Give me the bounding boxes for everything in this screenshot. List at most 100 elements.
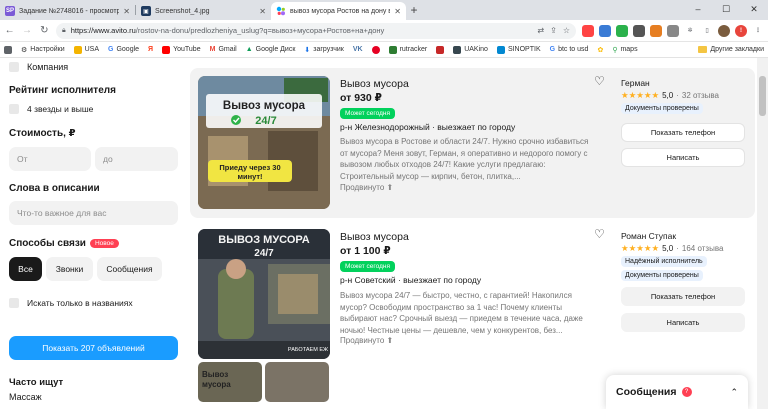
- extension-icon[interactable]: [649, 24, 662, 37]
- contact-messages-button[interactable]: Сообщения: [97, 257, 162, 281]
- availability-badge: Может сегодня: [340, 261, 396, 272]
- chevron-up-icon[interactable]: ⌃: [730, 387, 738, 398]
- listing-image[interactable]: Вывоз мусора 24/7 Приеду через 30 минут!: [198, 76, 330, 209]
- cost-to-input[interactable]: до: [95, 147, 178, 171]
- verified-badge: Документы проверены: [621, 270, 703, 281]
- availability-badge: Может сегодня: [340, 108, 396, 119]
- bookmark-rutracker[interactable]: rutracker: [388, 45, 427, 54]
- bookmark-pinterest[interactable]: [371, 45, 380, 54]
- forward-icon[interactable]: →: [21, 24, 32, 38]
- show-phone-button[interactable]: Показать телефон: [621, 123, 745, 142]
- bookmark-maps[interactable]: ⚲ maps: [612, 46, 637, 54]
- yandex-icon: Я: [148, 46, 154, 53]
- bookmark-uakino[interactable]: UAKino: [453, 45, 488, 54]
- listing-image[interactable]: ВЫВОЗ МУСОРА 24/7 РАБОТАЕМ ЕЖ: [198, 229, 330, 359]
- bookmark-usa[interactable]: USA: [73, 45, 99, 54]
- screenshot-icon: ▣: [141, 6, 151, 16]
- share-icon[interactable]: ⇪: [550, 26, 557, 35]
- close-icon[interactable]: ✕: [259, 7, 266, 16]
- messages-widget[interactable]: Сообщения ? ⌃: [606, 375, 748, 409]
- bookmark-photos[interactable]: ✿: [597, 46, 603, 54]
- bookmark-gmail[interactable]: M Gmail: [210, 46, 237, 53]
- lock-icon[interactable]: 🔒︎: [62, 27, 66, 35]
- sidepanel-icon[interactable]: ▯: [701, 25, 713, 37]
- bookmark-loader[interactable]: ⬇ загрузчик: [304, 46, 343, 54]
- reviews-count[interactable]: 32 отзыва: [682, 91, 719, 100]
- close-icon[interactable]: ✕: [394, 7, 401, 16]
- contact-calls-button[interactable]: Звонки: [46, 257, 93, 281]
- company-checkbox[interactable]: Компания: [9, 62, 68, 72]
- listing-title[interactable]: Вывоз мусора: [340, 231, 409, 243]
- bookmark-yandex[interactable]: Я: [148, 46, 153, 53]
- new-tab-button[interactable]: +: [406, 3, 422, 17]
- bookmark-sinoptik[interactable]: SINOPTIK: [496, 45, 541, 54]
- often-title: Часто ищут: [9, 377, 64, 388]
- cost-from-input[interactable]: От: [9, 147, 91, 171]
- heart-icon[interactable]: ♡: [594, 75, 606, 87]
- url-host: https://www.avito.ru: [70, 26, 136, 35]
- seller-name[interactable]: Герман: [621, 78, 650, 88]
- avatar[interactable]: [717, 24, 730, 37]
- extension-icon[interactable]: [615, 24, 628, 37]
- bookmark-drive[interactable]: ▲ Google Диск: [246, 46, 296, 53]
- bookmark-youtube[interactable]: YouTube: [162, 45, 201, 54]
- puzzle-icon[interactable]: ✲: [684, 25, 696, 37]
- back-icon[interactable]: ←: [4, 24, 15, 38]
- address-bar[interactable]: 🔒︎ https://www.avito.ru/rostov-na-donu/p…: [55, 22, 576, 39]
- bookmark-label: Другие закладки: [710, 46, 764, 53]
- extension-icon[interactable]: [598, 24, 611, 37]
- bookmark-vk[interactable]: VK: [353, 46, 363, 53]
- bookmark-google[interactable]: G Google: [108, 46, 139, 53]
- tab-avito[interactable]: вывоз мусора Ростов на дону в Р ✕: [271, 2, 406, 20]
- listing-card[interactable]: Вывоз мусора 24/7 Приеду через 30 минут!…: [190, 68, 755, 218]
- rating-checkbox[interactable]: 4 звезды и выше: [9, 104, 93, 114]
- listing-title[interactable]: Вывоз мусора: [340, 78, 409, 90]
- write-button[interactable]: Написать: [621, 148, 745, 167]
- seller-name[interactable]: Роман Ступак: [621, 231, 676, 241]
- heart-icon[interactable]: ♡: [594, 228, 606, 240]
- other-bookmarks[interactable]: Другие закладки: [698, 46, 764, 53]
- thumbnail-caption: Вывоз мусора: [202, 370, 231, 389]
- contact-all-button[interactable]: Все: [9, 257, 42, 281]
- scrollbar-thumb[interactable]: [759, 76, 766, 116]
- menu-icon[interactable]: ⋮: [752, 25, 764, 37]
- translate-icon[interactable]: ⇄: [537, 26, 544, 35]
- reviews-count[interactable]: 164 отзыва: [682, 244, 724, 253]
- show-phone-button[interactable]: Показать телефон: [621, 287, 745, 306]
- page-scrollbar[interactable]: [757, 58, 768, 409]
- listing-card[interactable]: ВЫВОЗ МУСОРА 24/7 РАБОТАЕМ ЕЖ Вывоз мусо…: [190, 221, 755, 402]
- words-input[interactable]: Что-то важное для вас: [9, 201, 178, 225]
- reload-icon[interactable]: ↻: [39, 24, 50, 38]
- close-icon[interactable]: ✕: [123, 7, 130, 16]
- bookmark-settings[interactable]: ⚙ Настройки: [21, 46, 65, 54]
- tab-task[interactable]: SP Задание №2748016 - просмотр за ✕: [0, 2, 135, 20]
- checkbox[interactable]: [9, 298, 19, 308]
- titles-only-checkbox[interactable]: Искать только в названиях: [9, 298, 133, 308]
- minimize-button[interactable]: –: [684, 0, 712, 18]
- bookmark-apps[interactable]: [4, 45, 12, 54]
- window-controls: – ☐ ✕: [684, 0, 768, 18]
- show-results-button[interactable]: Показать 207 объявлений: [9, 336, 178, 360]
- contact-title: Способы связи Новое: [9, 238, 119, 249]
- update-icon[interactable]: !: [734, 24, 747, 37]
- maximize-button[interactable]: ☐: [712, 0, 740, 18]
- extension-icon[interactable]: [581, 24, 594, 37]
- star-icon[interactable]: ☆: [563, 26, 570, 35]
- write-button[interactable]: Написать: [621, 313, 745, 332]
- often-link[interactable]: Массаж: [9, 392, 42, 402]
- extension-icon[interactable]: [632, 24, 645, 37]
- image-caption: Вывоз мусора: [223, 100, 306, 112]
- checkbox[interactable]: [9, 62, 19, 72]
- tab-screenshot[interactable]: ▣ Screenshot_4.jpg ✕: [136, 2, 271, 20]
- browser-toolbar: ← → ↻ 🔒︎ https://www.avito.ru/rostov-na-…: [0, 20, 768, 42]
- listing-thumbnail[interactable]: Вывоз мусора: [198, 362, 262, 402]
- extension-icon[interactable]: [666, 24, 679, 37]
- listing-thumbnail[interactable]: [265, 362, 329, 402]
- checkbox[interactable]: [9, 104, 19, 114]
- listing-location: р-н Советский · выезжает по городу: [340, 275, 482, 285]
- close-window-button[interactable]: ✕: [740, 0, 768, 18]
- listing-description: Вывоз мусора в Ростове и области 24/7. Н…: [340, 137, 589, 181]
- bookmark-btc[interactable]: Gbtc to usd: [550, 46, 589, 53]
- reliable-badge: Надёжный исполнитель: [621, 256, 707, 267]
- bookmark-red[interactable]: [436, 45, 445, 54]
